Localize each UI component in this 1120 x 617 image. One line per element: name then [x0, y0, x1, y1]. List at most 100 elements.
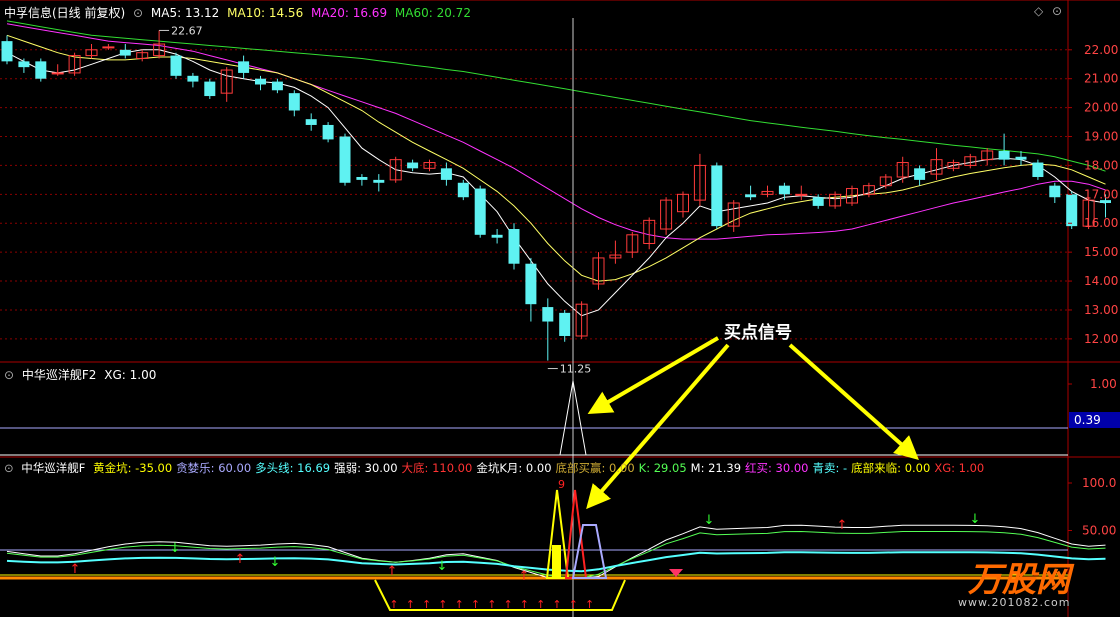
ma60-line — [6, 20, 1106, 172]
ma5-line — [6, 49, 1106, 317]
low-label: 11.25 — [560, 363, 592, 376]
down-arrow-icon: ↓ — [970, 512, 981, 527]
candle-body — [1049, 185, 1061, 198]
indicator-value-10: 青卖: - — [812, 461, 848, 475]
indicator-value-1: 贪婪乐: 60.00 — [176, 461, 252, 475]
f-panel-header: ⊙ 中华巡洋舰F 黄金坑: -35.00 贪婪乐: 60.00 多头线: 16.69… — [4, 460, 988, 476]
candle-body — [255, 78, 266, 85]
f-title[interactable]: 中华巡洋舰F — [21, 461, 85, 475]
buy-arrow-icon: ↑ — [503, 598, 512, 611]
f2-title[interactable]: 中华巡洋舰F2 — [22, 368, 97, 382]
candle-body — [356, 176, 368, 180]
candle-body — [457, 182, 469, 198]
ma60-label: MA60: 20.72 — [394, 6, 471, 20]
indicator-value-5: 金坑K月: 0.00 — [476, 461, 552, 475]
candle-body — [474, 188, 486, 235]
buy-arrow-icon: ↑ — [487, 598, 496, 611]
y-tick-label: 16.00 — [1084, 216, 1118, 230]
buy-arrow-icon: ↑ — [455, 598, 464, 611]
candle-body — [170, 55, 182, 76]
candle-body — [1, 41, 13, 62]
stock-title[interactable]: 中孚信息(日线 前复权) — [4, 6, 125, 20]
candle-body — [1066, 194, 1078, 227]
buy-arrow-icon: ↑ — [471, 598, 480, 611]
settings-gear-icon[interactable]: ⊙ — [1052, 4, 1062, 18]
settings-diamond-icon[interactable]: ◇ — [1034, 4, 1043, 18]
indicator-value-3: 强弱: 30.00 — [334, 461, 398, 475]
up-arrow-icon: ↑ — [387, 564, 398, 579]
candle-body — [440, 168, 452, 180]
candle-body — [778, 185, 790, 195]
f2-indicator-panel: 1.00 0.39 — [0, 377, 1120, 456]
candle-body — [1032, 162, 1044, 177]
candle-body — [35, 61, 47, 79]
candle-body — [998, 150, 1010, 160]
f2-y-label: 1.00 — [1090, 377, 1117, 391]
indicator-value-6: 底部买赢: 0.00 — [555, 461, 635, 475]
peak-label: 9 — [558, 478, 565, 491]
candle-body — [238, 61, 250, 73]
candle-body — [102, 46, 115, 49]
up-arrow-icon: ↑ — [235, 552, 246, 567]
indicator-value-11: 底部来临: 0.00 — [851, 461, 931, 475]
dropdown-icon[interactable]: ⊙ — [4, 368, 14, 382]
chart-canvas: 22.67 11.25 22.00 21.00 20.00 19.00 18.00 17.0… — [0, 0, 1120, 617]
candle-body — [288, 93, 300, 111]
indicator-value-9: 红买: 30.00 — [745, 461, 809, 475]
watermark-url: www.201082.com — [958, 596, 1071, 609]
y-tick-label: 19.00 — [1084, 130, 1118, 144]
candle-body — [18, 61, 30, 68]
candle-body — [305, 119, 317, 125]
high-label: 22.67 — [171, 24, 203, 37]
buy-arrow-icon: ↑ — [536, 598, 545, 611]
y-tick-label: 14.00 — [1084, 274, 1118, 288]
buy-arrow-icon: ↑ — [552, 598, 561, 611]
candle-body — [119, 49, 131, 56]
candle-body — [795, 193, 808, 196]
extreme-markers: 22.67 11.25 — [159, 24, 592, 376]
candle-body — [525, 263, 537, 305]
watermark-logo: 万股网 — [968, 560, 1070, 600]
f-y-label: 50.00 — [1082, 524, 1116, 538]
candle-body — [339, 136, 351, 183]
candle-body — [559, 312, 571, 336]
price-panel-header: 中孚信息(日线 前复权) ⊙ MA5: 13.12 MA10: 14.56 MA… — [4, 4, 475, 21]
buy-arrow-icon: ↑ — [438, 598, 447, 611]
buy-arrow-icon: ↑ — [520, 598, 529, 611]
y-tick-label: 21.00 — [1084, 72, 1118, 86]
y-tick-label: 18.00 — [1084, 158, 1118, 172]
up-arrow-icon: ↑ — [70, 562, 81, 577]
f2-value: 0.39 — [1074, 413, 1101, 427]
candle-body — [51, 72, 64, 75]
indicator-value-7: K: 29.05 — [638, 461, 687, 475]
f-y-label: 100.0 — [1082, 476, 1116, 490]
f2-xg-label: XG: 1.00 — [104, 368, 157, 382]
candle-body — [711, 165, 723, 227]
dropdown-icon[interactable]: ⊙ — [133, 6, 143, 20]
y-tick-label: 12.00 — [1084, 332, 1118, 346]
candle-body — [373, 179, 385, 183]
candle-body — [407, 162, 419, 169]
indicator-value-2: 多头线: 16.69 — [255, 461, 331, 475]
candle-body — [508, 229, 520, 264]
indicator-value-4: 大底: 110.00 — [401, 461, 473, 475]
candle-body — [187, 75, 199, 82]
buy-arrow-icon: ↑ — [406, 598, 415, 611]
candlestick-series[interactable]: 22.67 11.25 — [1, 24, 1112, 376]
ma20-label: MA20: 16.69 — [311, 6, 388, 20]
candle-body — [542, 307, 554, 322]
down-arrow-icon: ↓ — [170, 541, 181, 556]
panel-frames — [0, 0, 1120, 617]
candle-body — [204, 81, 216, 97]
candle-body — [745, 194, 757, 198]
candle-body — [1015, 156, 1027, 160]
indicator-value-8: M: 21.39 — [690, 461, 742, 475]
dropdown-icon[interactable]: ⊙ — [4, 461, 14, 475]
candle-body — [812, 197, 824, 206]
indicator-value-0: 黄金坑: -35.00 — [93, 461, 173, 475]
down-arrow-icon: ↓ — [704, 513, 715, 528]
signal-bar — [552, 545, 561, 578]
candle-body — [914, 168, 926, 180]
signal-arrow — [587, 336, 720, 415]
buy-arrow-icon: ↑ — [569, 598, 578, 611]
